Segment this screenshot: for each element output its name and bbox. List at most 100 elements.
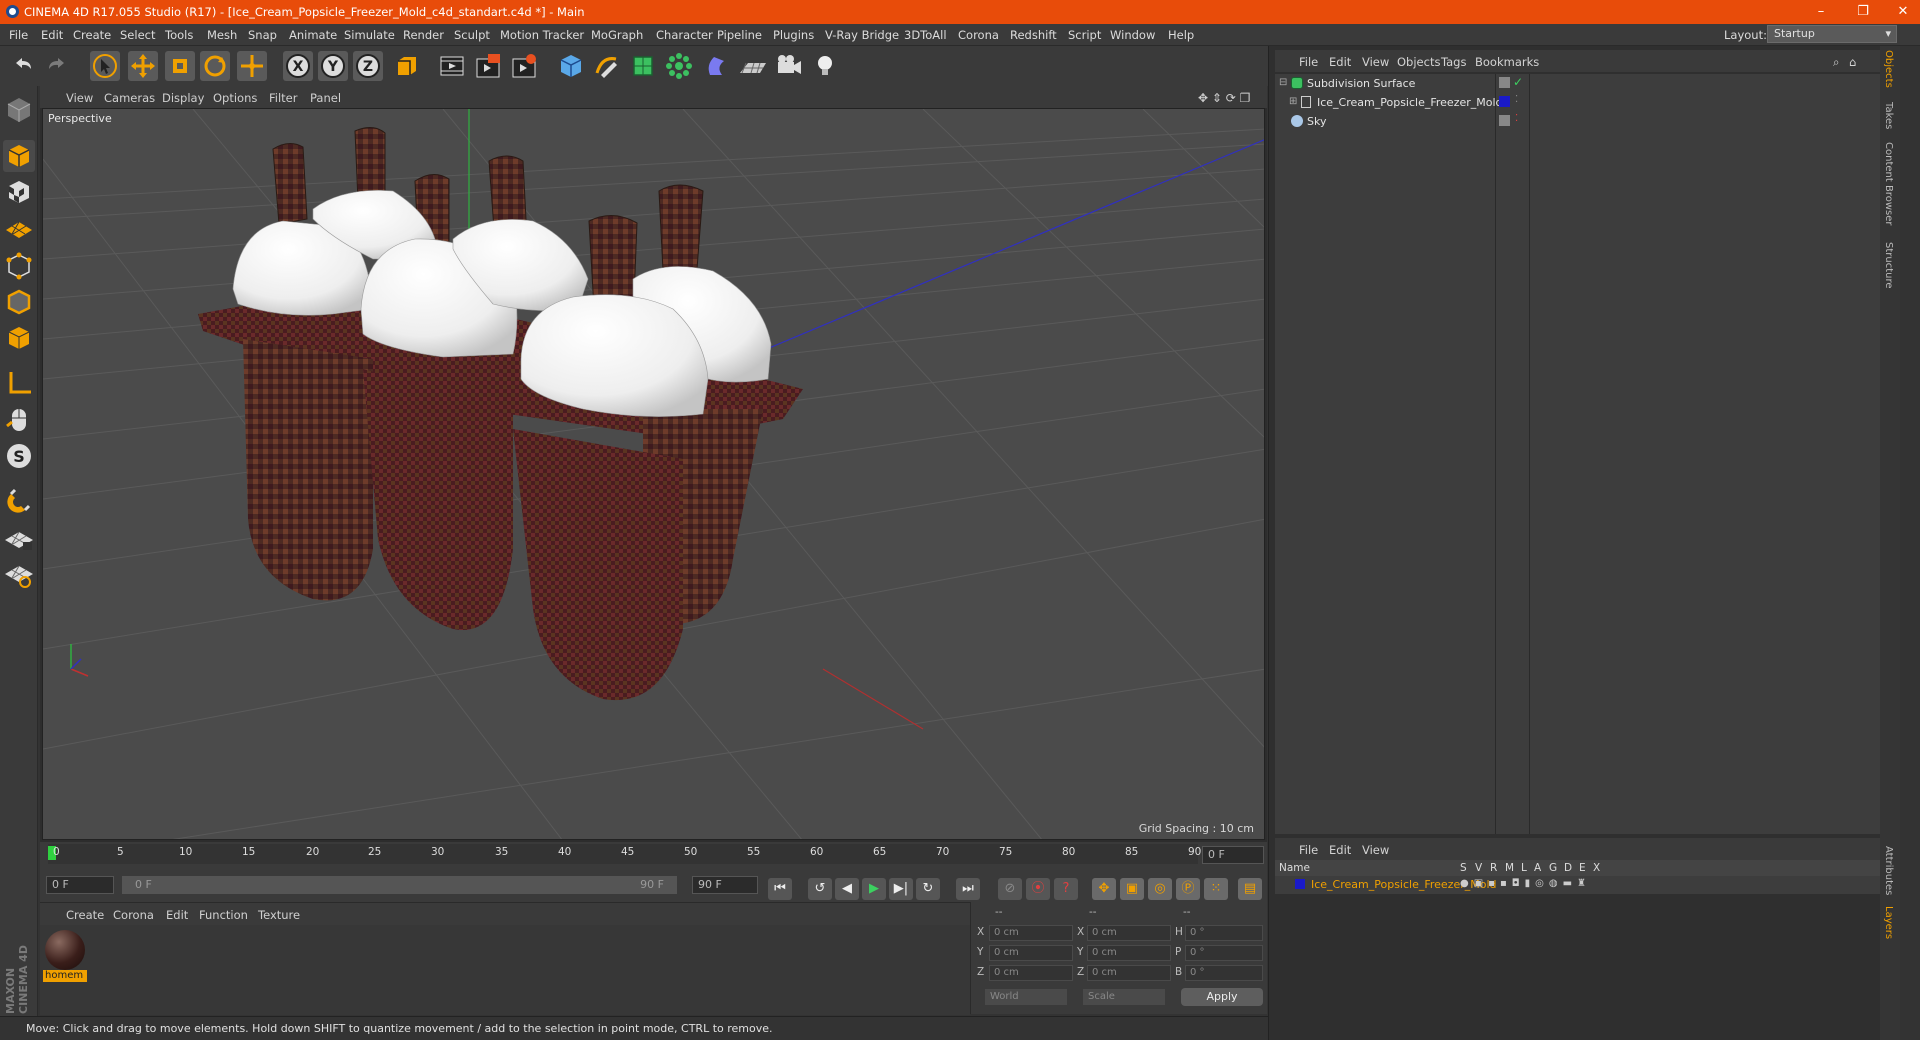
tab-content-browser[interactable]: Content Browser bbox=[1883, 142, 1894, 225]
visibility-dots-icon[interactable]: ⁚ bbox=[1515, 94, 1518, 105]
restore-button[interactable]: ❐ bbox=[1848, 2, 1878, 22]
home-icon[interactable]: ⌂ bbox=[1849, 55, 1856, 69]
timeline-track[interactable]: 0 5 10 15 20 25 30 35 40 45 50 55 60 65 … bbox=[48, 844, 1201, 864]
menu-render[interactable]: Render bbox=[403, 28, 444, 42]
go-to-start-icon[interactable]: ⏮ bbox=[768, 878, 792, 900]
magnet-icon[interactable] bbox=[3, 486, 35, 518]
obj-menu-view[interactable]: View bbox=[1362, 55, 1389, 69]
tweak-icon[interactable] bbox=[3, 404, 35, 436]
menu-plugins[interactable]: Plugins bbox=[773, 28, 814, 42]
menu-file[interactable]: File bbox=[9, 28, 28, 42]
scale-icon[interactable] bbox=[165, 51, 195, 81]
layer-menu-file[interactable]: File bbox=[1299, 843, 1318, 857]
edges-mode-icon[interactable] bbox=[3, 286, 35, 318]
menu-redshift[interactable]: Redshift bbox=[1010, 28, 1057, 42]
tab-objects[interactable]: Objects bbox=[1883, 50, 1894, 88]
layer-color-swatch[interactable] bbox=[1499, 96, 1510, 107]
world-coordinates-icon[interactable] bbox=[392, 51, 422, 81]
edit-render-settings-icon[interactable] bbox=[509, 51, 539, 81]
scale-mode-dropdown[interactable]: Scale bbox=[1083, 989, 1165, 1005]
menu-create[interactable]: Create bbox=[73, 28, 111, 42]
move-axis-icon[interactable] bbox=[237, 51, 267, 81]
minimize-button[interactable]: – bbox=[1806, 2, 1836, 22]
size-x-field[interactable]: 0 cm bbox=[1087, 925, 1171, 941]
render-picture-viewer-icon[interactable] bbox=[473, 51, 503, 81]
undo-icon[interactable] bbox=[8, 51, 38, 81]
layer-toggle-icons[interactable]: ●▣▪▪◘▮◎◍▬♜ bbox=[1460, 878, 1591, 889]
vp-menu-options[interactable]: Options bbox=[213, 91, 257, 105]
mat-menu-function[interactable]: Function bbox=[199, 908, 248, 922]
enabled-check-icon[interactable]: ✓ bbox=[1513, 75, 1523, 89]
menu-help[interactable]: Help bbox=[1168, 28, 1194, 42]
layer-row[interactable]: Ice_Cream_Popsicle_Freezer_Mold ●▣▪▪◘▮◎◍… bbox=[1275, 876, 1889, 894]
end-frame-field[interactable]: 90 F bbox=[692, 876, 758, 894]
layer-menu-edit[interactable]: Edit bbox=[1329, 843, 1351, 857]
obj-menu-bookmarks[interactable]: Bookmarks bbox=[1475, 55, 1539, 69]
key-pla-icon[interactable]: ⁙ bbox=[1204, 878, 1228, 900]
snap-s-icon[interactable]: S bbox=[3, 440, 35, 472]
points-mode-icon[interactable] bbox=[3, 250, 35, 282]
previous-key-icon[interactable]: ↺ bbox=[808, 878, 832, 900]
position-y-field[interactable]: 0 cm bbox=[989, 945, 1073, 961]
polygons-mode-icon[interactable] bbox=[3, 322, 35, 354]
menu-motion-tracker[interactable]: Motion Tracker bbox=[500, 28, 584, 42]
vp-menu-filter[interactable]: Filter bbox=[269, 91, 297, 105]
vp-menu-view[interactable]: View bbox=[66, 91, 93, 105]
select-arrow-icon[interactable] bbox=[90, 51, 120, 81]
z-axis-lock-icon[interactable]: Z bbox=[353, 51, 383, 81]
deformer-icon[interactable] bbox=[702, 51, 732, 81]
rotate-icon[interactable] bbox=[200, 51, 230, 81]
menu-character[interactable]: Character bbox=[656, 28, 713, 42]
redo-icon[interactable] bbox=[42, 51, 72, 81]
tab-layers[interactable]: Layers bbox=[1883, 906, 1894, 939]
record-active-icon[interactable]: ⦿ bbox=[1026, 878, 1050, 900]
go-to-end-icon[interactable]: ⏭ bbox=[956, 878, 980, 900]
key-scale-icon[interactable]: ▣ bbox=[1120, 878, 1144, 900]
array-icon[interactable] bbox=[664, 51, 694, 81]
size-y-field[interactable]: 0 cm bbox=[1087, 945, 1171, 961]
x-axis-lock-icon[interactable]: X bbox=[283, 51, 313, 81]
key-parameter-icon[interactable]: Ⓟ bbox=[1176, 878, 1200, 900]
close-button[interactable]: ✕ bbox=[1888, 2, 1918, 22]
current-frame-field[interactable]: 0 F bbox=[1202, 846, 1264, 864]
layer-color-swatch[interactable] bbox=[1295, 879, 1305, 889]
frame-range-slider[interactable]: 0 F 90 F bbox=[122, 876, 677, 894]
autokey-icon[interactable]: ? bbox=[1054, 878, 1078, 900]
light-icon[interactable] bbox=[810, 51, 840, 81]
apply-button[interactable]: Apply bbox=[1181, 988, 1263, 1006]
tab-attributes[interactable]: Attributes bbox=[1883, 846, 1894, 895]
grid-snap-icon[interactable] bbox=[3, 558, 35, 590]
menu-edit[interactable]: Edit bbox=[41, 28, 63, 42]
menu-mograph[interactable]: MoGraph bbox=[591, 28, 643, 42]
texture-mode-icon[interactable] bbox=[3, 176, 35, 208]
camera-icon[interactable] bbox=[774, 51, 804, 81]
workplane-icon[interactable] bbox=[3, 212, 35, 244]
model-mode-icon[interactable] bbox=[3, 140, 35, 172]
key-rotation-icon[interactable]: ◎ bbox=[1148, 878, 1172, 900]
key-position-icon[interactable]: ✥ bbox=[1092, 878, 1116, 900]
object-row-subdivision[interactable]: ⊟ Subdivision Surface ✓ bbox=[1275, 74, 1889, 93]
subdivision-icon[interactable] bbox=[628, 51, 658, 81]
menu-mesh[interactable]: Mesh bbox=[207, 28, 237, 42]
obj-menu-file[interactable]: File bbox=[1299, 55, 1318, 69]
next-frame-icon[interactable]: ▶| bbox=[889, 878, 913, 900]
rotation-h-field[interactable]: 0 ° bbox=[1185, 925, 1263, 941]
menu-animate[interactable]: Animate bbox=[289, 28, 337, 42]
lock-workplane-icon[interactable] bbox=[3, 522, 35, 554]
start-frame-field[interactable]: 0 F bbox=[46, 876, 114, 894]
move-icon[interactable] bbox=[128, 51, 158, 81]
obj-menu-objects[interactable]: Objects bbox=[1397, 55, 1440, 69]
menu-pipeline[interactable]: Pipeline bbox=[717, 28, 762, 42]
floor-icon[interactable] bbox=[738, 51, 768, 81]
perspective-viewport[interactable]: Perspective Grid Spacing : 10 cm bbox=[42, 108, 1265, 840]
menu-window[interactable]: Window bbox=[1110, 28, 1155, 42]
next-key-icon[interactable]: ↻ bbox=[916, 878, 940, 900]
mat-menu-corona[interactable]: Corona bbox=[113, 908, 154, 922]
visibility-dots-icon[interactable]: ⁚ bbox=[1515, 113, 1518, 124]
collapse-icon[interactable]: ⊟ bbox=[1279, 77, 1287, 88]
layer-toggle-icon[interactable] bbox=[1499, 77, 1510, 88]
menu-vray-bridge[interactable]: V-Ray Bridge bbox=[825, 28, 899, 42]
search-icon[interactable]: ⌕ bbox=[1833, 55, 1839, 70]
record-keys-disabled-icon[interactable]: ⊘ bbox=[998, 878, 1022, 900]
mat-menu-texture[interactable]: Texture bbox=[258, 908, 300, 922]
